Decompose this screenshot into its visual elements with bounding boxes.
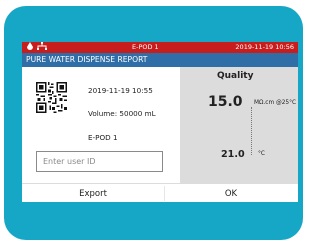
dialog-title: PURE WATER DISPENSE REPORT (22, 53, 298, 67)
status-bar: E-POD 1 2019-11-19 10:56 (22, 42, 298, 53)
user-id-input[interactable]: Enter user ID (36, 151, 163, 172)
quality-title: Quality (217, 71, 254, 81)
resistivity-unit: MΩ.cm @25°C (254, 100, 297, 106)
dialog-button-bar: Export OK (22, 183, 298, 202)
report-device: E-POD 1 (88, 133, 118, 142)
status-device-title: E-POD 1 (132, 43, 159, 51)
qr-code (36, 82, 67, 113)
page-background: E-POD 1 2019-11-19 10:56 PURE WATER DISP… (0, 0, 308, 246)
status-datetime: 2019-11-19 10:56 (235, 43, 294, 51)
report-datetime: 2019-11-19 10:55 (88, 86, 153, 95)
report-volume: Volume: 50000 mL (88, 109, 156, 118)
ok-button[interactable]: OK (164, 185, 298, 202)
dispense-report-dialog: PURE WATER DISPENSE REPORT 2019-11-19 10… (22, 53, 298, 202)
export-button[interactable]: Export (22, 185, 164, 202)
device-screen: E-POD 1 2019-11-19 10:56 PURE WATER DISP… (22, 42, 298, 202)
resistivity-value: 15.0 (208, 94, 243, 110)
network-icon (37, 42, 47, 53)
droplet-alert-icon (26, 42, 34, 53)
quality-panel (180, 67, 298, 183)
quality-divider (251, 107, 252, 155)
temperature-value: 21.0 (221, 149, 245, 160)
temperature-unit: °C (258, 151, 265, 157)
